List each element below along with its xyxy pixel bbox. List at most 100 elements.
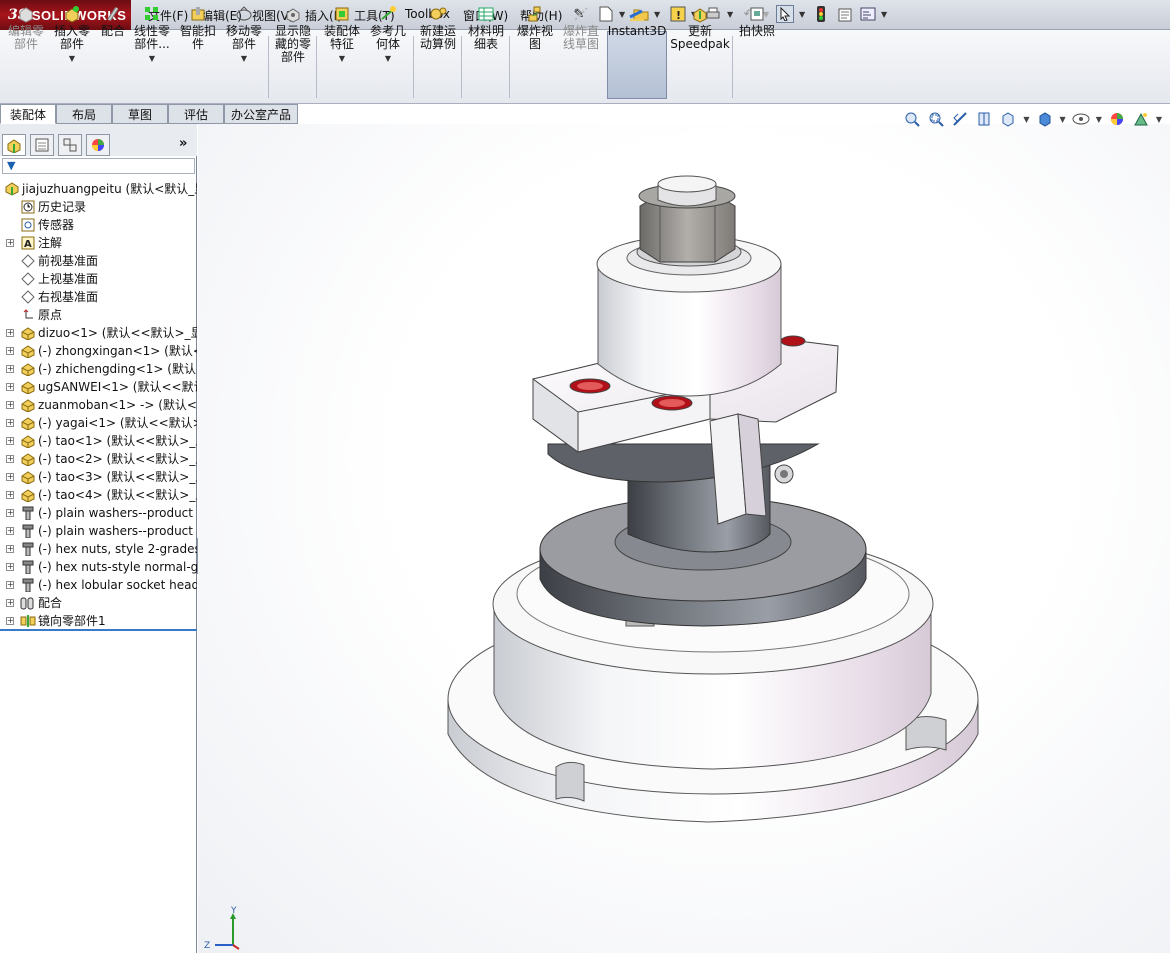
exploded-view-label: 爆炸视 图 <box>516 24 553 51</box>
snapshot-button[interactable]: 拍快照 <box>736 4 778 70</box>
hide-show-dropdown-icon[interactable]: ▼ <box>1096 115 1102 124</box>
select-icon[interactable] <box>776 5 794 23</box>
tree-item[interactable]: + (-) tao<1> (默认<<默认>_显示状态 1>) <box>0 432 197 450</box>
expand-toggle-icon[interactable]: + <box>6 329 14 337</box>
move-part-label: 移动零 部件 <box>225 24 262 51</box>
expand-toggle-icon[interactable]: + <box>6 383 14 391</box>
tree-root-assembly[interactable]: jiajuzhuangpeitu (默认<默认_显示状态-1>) <box>0 180 197 198</box>
update-speedpak-label: 更新 Speedpak <box>670 24 730 51</box>
tree-item[interactable]: 右视基准面 <box>0 288 197 306</box>
tree-item[interactable]: + ugSANWEI<1> (默认<<默认>_显示状态 1>) <box>0 378 197 396</box>
tree-item-label: (-) hex lobular socket head <box>38 578 197 592</box>
tree-item-label: ugSANWEI<1> (默认<<默认>_显示状态 1>) <box>38 380 197 394</box>
tree-item[interactable]: + (-) hex nuts-style normal-g <box>0 558 197 576</box>
options-icon[interactable] <box>859 5 877 23</box>
tab-layout[interactable]: 布局 <box>56 104 112 124</box>
expand-toggle-icon[interactable]: + <box>6 365 14 373</box>
move-part-icon <box>234 4 254 24</box>
tree-item[interactable]: + 镜向零部件1 <box>0 612 197 630</box>
expand-toggle-icon[interactable]: + <box>6 617 14 625</box>
tree-item[interactable]: 前视基准面 <box>0 252 197 270</box>
traffic-light-icon[interactable] <box>812 5 830 23</box>
assembly-feature-icon <box>332 4 352 24</box>
expand-toggle-icon[interactable]: + <box>6 401 14 409</box>
options-dropdown-icon[interactable]: ▼ <box>881 10 887 19</box>
edit-part-icon <box>16 4 36 24</box>
expand-toggle-icon[interactable]: + <box>6 527 14 535</box>
tree-item[interactable]: 传感器 <box>0 216 197 234</box>
assembly-feature-dropdown-icon[interactable]: ▼ <box>339 52 345 65</box>
tree-item[interactable]: + (-) tao<2> (默认<<默认>_显示状态 1>) <box>0 450 197 468</box>
assembly-feature-button[interactable]: 装配体 特征 ▼ <box>321 4 363 70</box>
more-tabs-icon[interactable]: » <box>179 136 187 151</box>
view-orientation-dropdown-icon[interactable]: ▼ <box>1023 115 1029 124</box>
tree-item-label: jiajuzhuangpeitu (默认<默认_显示状态-1>) <box>22 182 197 196</box>
insert-part-button[interactable]: 插入零 部件 ▼ <box>52 4 92 70</box>
tree-item[interactable]: + zuanmoban<1> -> (默认<<默认>_显示状态 1>) <box>0 396 197 414</box>
propertymanager-tab-icon[interactable] <box>30 134 54 156</box>
tab-evaluate[interactable]: 评估 <box>168 104 224 124</box>
instant3d-button[interactable]: Instant3D <box>608 4 666 70</box>
feature-filter[interactable]: ▼ <box>2 158 195 174</box>
update-speedpak-button[interactable]: 更新 Speedpak <box>670 4 730 70</box>
expand-toggle-icon[interactable]: + <box>6 473 14 481</box>
toolbar-separator <box>268 36 269 98</box>
expand-toggle-icon[interactable]: + <box>6 563 14 571</box>
explode-line-sketch-button[interactable]: 爆炸直 线草图 <box>560 4 602 70</box>
tab-office-products[interactable]: 办公室产品 <box>224 104 298 124</box>
tree-item[interactable]: 历史记录 <box>0 198 197 216</box>
tree-item[interactable]: 原点 <box>0 306 197 324</box>
smart-fastener-button[interactable]: 智能扣 件 <box>178 4 218 70</box>
expand-toggle-icon[interactable]: + <box>6 545 14 553</box>
new-motion-study-button[interactable]: 新建运 动算例 <box>417 4 459 70</box>
expand-toggle-icon[interactable]: + <box>6 455 14 463</box>
tab-sketch[interactable]: 草图 <box>112 104 168 124</box>
configurationmanager-tab-icon[interactable] <box>58 134 82 156</box>
tree-item[interactable]: + (-) tao<4> (默认<<默认>_显示状态 1>) <box>0 486 197 504</box>
tab-assembly[interactable]: 装配体 <box>0 104 56 124</box>
tree-item[interactable]: + (-) yagai<1> (默认<<默认>_显示状态 1>) <box>0 414 197 432</box>
mate-button[interactable]: 配合 <box>98 4 128 70</box>
select-dropdown-icon[interactable]: ▼ <box>799 10 805 19</box>
insert-part-dropdown-icon[interactable]: ▼ <box>69 52 75 65</box>
bom-button[interactable]: 材料明 细表 <box>465 4 507 70</box>
tree-item-label: (-) hex nuts, style 2-grades <box>38 542 197 556</box>
tree-item[interactable]: + (-) tao<3> (默认<<默认>_显示状态 1>) <box>0 468 197 486</box>
featuremanager-tab-icon[interactable] <box>2 134 26 156</box>
expand-toggle-icon[interactable]: + <box>6 347 14 355</box>
expand-toggle-icon[interactable]: + <box>6 491 14 499</box>
reference-geometry-icon <box>378 4 398 24</box>
expand-toggle-icon[interactable]: + <box>6 437 14 445</box>
file-properties-icon[interactable] <box>836 5 854 23</box>
expand-toggle-icon[interactable]: + <box>6 599 14 607</box>
expand-toggle-icon[interactable]: + <box>6 239 14 247</box>
expand-toggle-icon[interactable]: + <box>6 581 14 589</box>
move-part-button[interactable]: 移动零 部件 ▼ <box>224 4 264 70</box>
assembly-model[interactable] <box>198 124 1170 953</box>
displaymanager-tab-icon[interactable] <box>86 134 110 156</box>
tree-item[interactable]: + (-) hex lobular socket head <box>0 576 197 594</box>
linear-pattern-dropdown-icon[interactable]: ▼ <box>149 52 155 65</box>
tree-item[interactable]: + 配合 <box>0 594 197 612</box>
tree-item[interactable]: + dizuo<1> (默认<<默认>_显示状态 1>) <box>0 324 197 342</box>
linear-pattern-button[interactable]: 线性零 部件... ▼ <box>132 4 172 70</box>
reference-geometry-dropdown-icon[interactable]: ▼ <box>385 52 391 65</box>
tree-item[interactable]: + (-) hex nuts, style 2-grades <box>0 540 197 558</box>
expand-toggle-icon[interactable]: + <box>6 509 14 517</box>
reference-geometry-button[interactable]: 参考几 何体 ▼ <box>367 4 409 70</box>
tree-item[interactable]: + (-) zhichengding<1> (默认<<默认>_显示状态 1>) <box>0 360 197 378</box>
tree-item-label: dizuo<1> (默认<<默认>_显示状态 1>) <box>38 326 197 340</box>
tree-item[interactable]: + (-) zhongxingan<1> (默认<<默认>_显示状态 1>) <box>0 342 197 360</box>
show-hidden-button[interactable]: 显示隐 藏的零 部件 <box>272 4 314 70</box>
scene-dropdown-icon[interactable]: ▼ <box>1156 115 1162 124</box>
exploded-view-button[interactable]: 爆炸视 图 <box>514 4 556 70</box>
tree-item[interactable]: + (-) plain washers--product grade <box>0 504 197 522</box>
display-style-dropdown-icon[interactable]: ▼ <box>1060 115 1066 124</box>
expand-toggle-icon[interactable]: + <box>6 419 14 427</box>
tree-item[interactable]: + (-) plain washers--product grade <box>0 522 197 540</box>
tree-item[interactable]: + A 注解 <box>0 234 197 252</box>
part-icon <box>20 415 36 431</box>
edit-part-button[interactable]: 编辑零 部件 <box>6 4 46 70</box>
tree-item[interactable]: 上视基准面 <box>0 270 197 288</box>
move-part-dropdown-icon[interactable]: ▼ <box>241 52 247 65</box>
